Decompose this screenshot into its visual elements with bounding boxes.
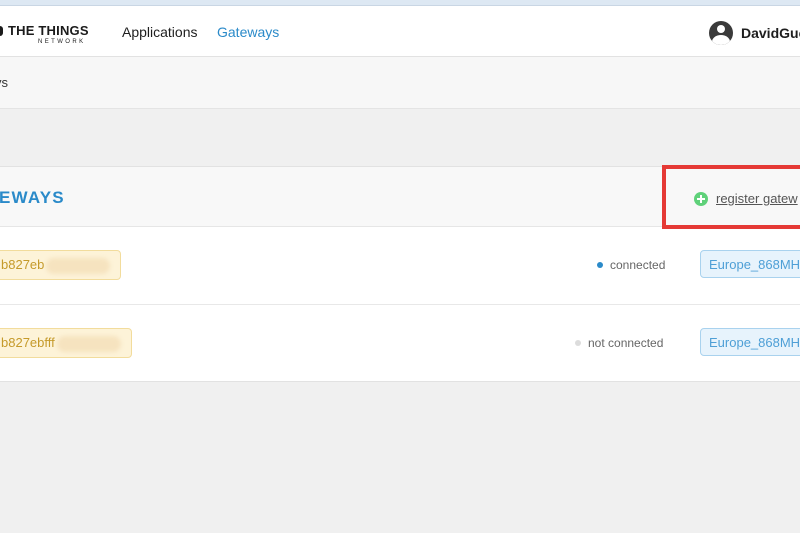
- plus-circle-icon: [694, 192, 708, 206]
- breadcrumb[interactable]: ys: [0, 75, 8, 90]
- top-nav-bar: THE THINGS NETWORK Applications Gateways…: [0, 6, 800, 57]
- logo-subtitle: NETWORK: [38, 39, 86, 45]
- username: DavidGuc: [741, 25, 800, 41]
- nav-applications[interactable]: Applications: [122, 24, 198, 40]
- status-dot-icon: [597, 261, 603, 268]
- register-gateway-label: register gatew: [716, 191, 798, 206]
- redacted-id-blur: [46, 257, 111, 274]
- breadcrumb-bar: ys: [0, 57, 800, 109]
- gateways-panel: EWAYS register gatew b827eb connected Eu…: [0, 166, 800, 382]
- panel-header: EWAYS register gatew: [0, 167, 800, 227]
- gateway-status: not connected: [575, 336, 663, 350]
- status-text: not connected: [588, 336, 664, 350]
- avatar-icon: [709, 21, 733, 45]
- gateway-status: connected: [597, 258, 665, 272]
- gateway-id-badge[interactable]: b827eb: [0, 250, 122, 280]
- redacted-id-blur: [56, 335, 121, 352]
- logo-title: THE THINGS: [8, 23, 89, 38]
- gateway-id: b827eb: [1, 257, 45, 272]
- gateway-row[interactable]: b827ebfff not connected Europe_868MH: [0, 305, 800, 382]
- panel-title: EWAYS: [0, 188, 65, 207]
- gateway-row[interactable]: b827eb connected Europe_868MH: [0, 227, 800, 305]
- status-text: connected: [610, 258, 666, 272]
- gateway-id: b827ebfff: [1, 335, 55, 350]
- nav-gateways[interactable]: Gateways: [217, 24, 279, 40]
- frequency-plan-badge: Europe_868MH: [700, 250, 800, 278]
- status-dot-icon: [575, 339, 581, 346]
- frequency-plan-badge: Europe_868MH: [700, 328, 800, 356]
- logo-mark-icon: [0, 26, 3, 36]
- gateway-id-badge[interactable]: b827ebfff: [0, 328, 132, 358]
